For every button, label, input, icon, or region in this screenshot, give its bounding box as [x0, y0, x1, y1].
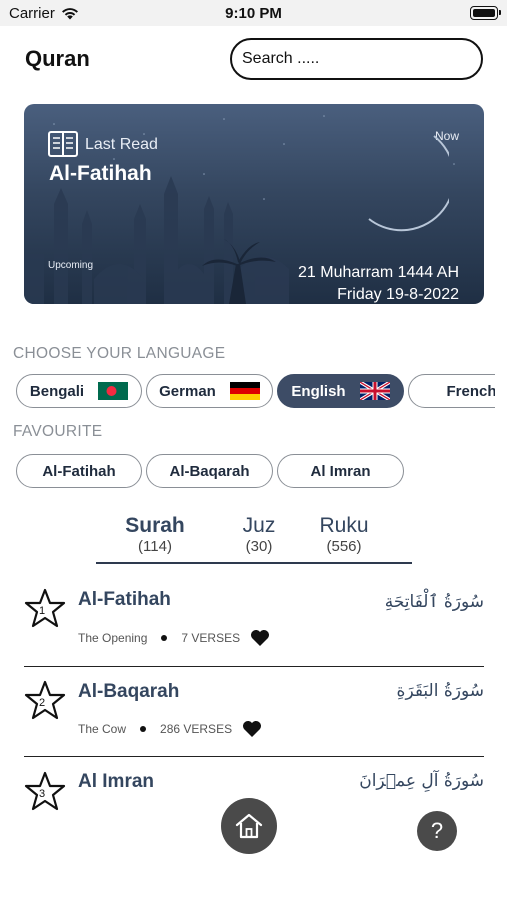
language-label: German — [159, 382, 216, 400]
surah-number: 1 — [39, 605, 46, 617]
surah-name: Al Imran — [78, 771, 155, 792]
surah-meta: The Opening 7 VERSES — [78, 629, 270, 647]
last-read-surah: Al-Fatihah — [49, 162, 152, 185]
surah-number: 2 — [39, 697, 46, 709]
hijri-date: 21 Muharram 1444 AH — [298, 264, 459, 281]
heart-icon[interactable] — [242, 720, 262, 738]
home-button[interactable] — [221, 798, 277, 854]
tab-ruku[interactable]: Ruku (556) — [299, 514, 389, 555]
tab-label: Surah — [125, 514, 185, 537]
home-icon — [235, 813, 263, 839]
language-section-label: CHOOSE YOUR LANGUAGE — [13, 345, 226, 362]
page-title: Quran — [25, 46, 90, 71]
verse-count: 7 VERSES — [181, 631, 241, 645]
favourite-label: Al-Fatihah — [42, 462, 116, 480]
upcoming-label: Upcoming — [48, 260, 94, 271]
book-icon — [48, 131, 78, 157]
language-label: Bengali — [29, 382, 85, 400]
surah-arabic-name: سُورَةُ البَقَرَةِ — [396, 681, 484, 701]
last-read-label: Last Read — [85, 136, 158, 153]
surah-arabic-name: سُورَةُ آلِ عِمۡرَانَ — [359, 771, 484, 791]
battery-icon — [470, 6, 501, 20]
surah-arabic-name: سُورَةُ ٱلْفَاتِحَةِ — [384, 592, 484, 612]
favourite-item[interactable]: Al-Fatihah — [16, 454, 142, 488]
uk-flag-icon — [359, 382, 390, 400]
verse-count: 286 VERSES — [160, 722, 233, 736]
separator-dot — [161, 635, 168, 641]
surah-name: Al-Fatihah — [78, 589, 171, 610]
crescent-moon-icon — [368, 135, 449, 232]
language-option-bengali[interactable]: Bengali — [16, 374, 142, 408]
surah-list-item[interactable]: 1 Al-Fatihah The Opening 7 VERSES سُورَة… — [24, 577, 484, 667]
tab-label: Ruku — [319, 514, 369, 537]
last-read-banner[interactable]: Last Read Al-Fatihah Now Upcoming 21 Muh… — [24, 104, 484, 304]
tab-juz[interactable]: Juz (30) — [214, 514, 304, 555]
language-label: French — [446, 382, 495, 400]
separator-dot — [140, 726, 147, 732]
search-placeholder: Search ..... — [242, 50, 320, 67]
favourite-item[interactable]: Al Imran — [277, 454, 404, 488]
language-option-french[interactable]: French — [408, 374, 495, 408]
tab-count: (556) — [326, 538, 362, 555]
surah-meaning: The Cow — [78, 722, 127, 736]
heart-icon[interactable] — [250, 629, 270, 647]
language-label: English — [291, 382, 346, 400]
tab-label: Juz — [242, 514, 276, 537]
favourite-item[interactable]: Al-Baqarah — [146, 454, 273, 488]
favourite-list: Al-Fatihah Al-Baqarah Al Imran — [16, 454, 495, 492]
favourite-label: Al-Baqarah — [169, 462, 250, 480]
surah-meta: The Cow 286 VERSES — [78, 720, 262, 738]
favourite-label: Al Imran — [310, 462, 371, 480]
help-icon: ? — [430, 818, 444, 843]
surah-name: Al-Baqarah — [78, 681, 180, 702]
language-option-english[interactable]: English — [277, 374, 404, 408]
language-option-german[interactable]: German — [146, 374, 273, 408]
tab-count: (30) — [245, 538, 273, 555]
surah-meaning: The Opening — [78, 631, 148, 645]
language-selector: Bengali German English French — [16, 374, 495, 412]
status-bar: Carrier 9:10 PM — [0, 0, 507, 26]
surah-number: 3 — [39, 788, 46, 800]
help-button[interactable]: ? — [417, 811, 457, 851]
favourite-section-label: FAVOURITE — [13, 423, 103, 440]
gregorian-date: Friday 19-8-2022 — [337, 286, 459, 303]
status-time: 9:10 PM — [225, 5, 282, 22]
surah-list-item[interactable]: 2 Al-Baqarah The Cow 286 VERSES سُورَةُ … — [24, 667, 484, 757]
bangladesh-flag-icon — [98, 382, 129, 400]
tab-bar: Surah (114) Juz (30) Ruku (556) — [96, 514, 412, 564]
germany-flag-icon — [229, 382, 260, 400]
search-input[interactable]: Search ..... — [230, 38, 483, 80]
tab-count: (114) — [138, 538, 172, 555]
tab-surah[interactable]: Surah (114) — [110, 514, 200, 555]
